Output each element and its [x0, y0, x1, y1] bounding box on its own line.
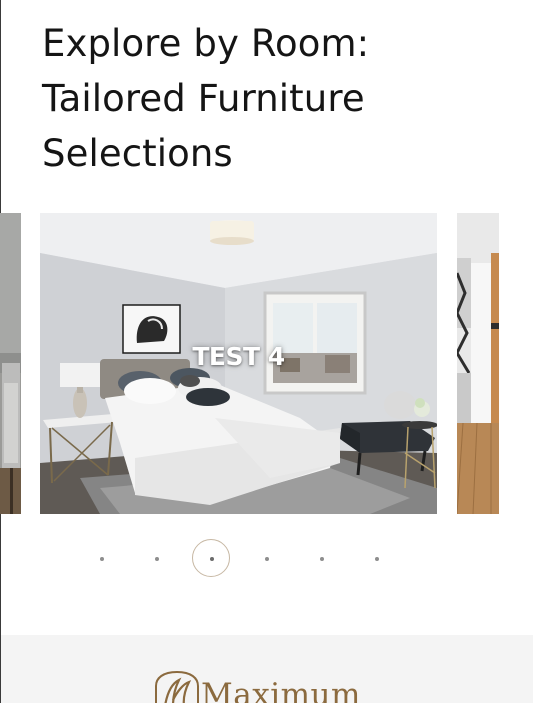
staircase-room-image — [457, 213, 499, 514]
dining-room-image — [0, 213, 21, 514]
pagination-dot-1[interactable] — [82, 539, 120, 577]
brand-name: Maximum — [201, 677, 361, 703]
carousel-slide-active[interactable]: TEST 4 — [40, 213, 437, 514]
pagination-dot-2[interactable] — [137, 539, 175, 577]
pagination-dot-3-active[interactable] — [192, 539, 230, 577]
pagination-dot-4[interactable] — [247, 539, 285, 577]
section-heading: Explore by Room: Tailored Furniture Sele… — [42, 22, 370, 175]
pagination-dot-6[interactable] — [357, 539, 395, 577]
pagination-dot-5[interactable] — [302, 539, 340, 577]
carousel-slide-next[interactable] — [457, 213, 499, 514]
footer: Maximum — [1, 635, 533, 703]
carousel-slide-previous[interactable] — [0, 213, 21, 514]
room-carousel[interactable]: TEST 4 — [0, 213, 533, 514]
slide-caption: TEST 4 — [192, 342, 285, 371]
brand-monogram-icon — [155, 670, 199, 703]
carousel-pagination — [0, 539, 533, 577]
